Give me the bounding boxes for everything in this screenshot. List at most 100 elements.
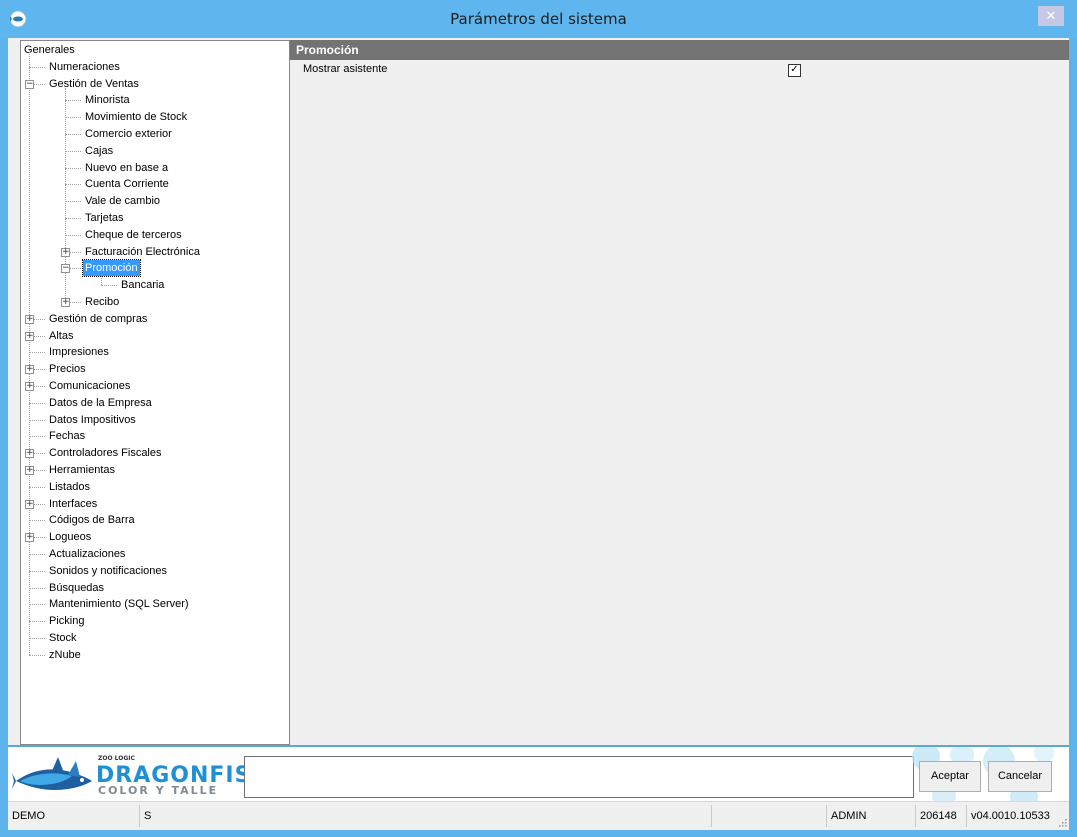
tree-item-vale-de-cambio[interactable]: Vale de cambio: [83, 193, 162, 209]
resize-grip-icon[interactable]: [1058, 818, 1067, 827]
tree-item-busquedas[interactable]: Búsquedas: [47, 580, 106, 596]
expander-glyph: +: [26, 364, 34, 375]
tree-item-cheque-de-terceros[interactable]: Cheque de terceros: [83, 227, 184, 243]
tree-connector-line: [65, 234, 81, 236]
tree-item-codigos-de-barra[interactable]: Códigos de Barra: [47, 512, 137, 528]
tree-item-gestion-de-ventas[interactable]: Gestión de Ventas: [47, 76, 141, 92]
expand-icon[interactable]: +: [25, 498, 34, 509]
tree-root[interactable]: Generales: [22, 42, 77, 58]
tree-connector-line: [29, 587, 45, 589]
status-user: ADMIN: [827, 805, 916, 827]
expander-glyph: +: [62, 246, 70, 257]
tree-connector-line: [65, 167, 81, 169]
expand-icon[interactable]: +: [61, 246, 70, 257]
settings-panel: Promoción Mostrar asistente ✓: [290, 40, 1069, 745]
tree-connector-line: [29, 638, 45, 639]
tree-item-comercio-exterior[interactable]: Comercio exterior: [83, 126, 174, 142]
tree-item-minorista[interactable]: Minorista: [83, 92, 132, 108]
tree-item-listados[interactable]: Listados: [47, 479, 92, 495]
tree-item-precios[interactable]: Precios: [47, 361, 88, 377]
tree-item-datos-impositivos[interactable]: Datos Impositivos: [47, 412, 138, 428]
tree-item-mantenimiento-sql-server[interactable]: Mantenimiento (SQL Server): [47, 596, 191, 612]
tree-connector-line: [65, 100, 81, 102]
tree-connector-line: [29, 554, 45, 555]
expand-icon[interactable]: +: [25, 448, 34, 459]
expand-icon[interactable]: +: [25, 313, 34, 324]
client-area: Generales Numeraciones − Gestión de Ventas…: [8, 38, 1069, 830]
expander-glyph: +: [26, 448, 34, 459]
expand-icon[interactable]: +: [25, 330, 34, 341]
tree-item-picking[interactable]: Picking: [47, 613, 86, 629]
message-box: [244, 756, 914, 798]
expand-icon[interactable]: +: [61, 298, 70, 307]
tree-item-gestion-de-compras[interactable]: Gestión de compras: [47, 311, 149, 327]
tree-item-fechas[interactable]: Fechas: [47, 428, 87, 444]
status-bar: DEMO S ADMIN 206148 v04.0010.10533: [8, 801, 1069, 830]
tree-item-sonidos-y-notificaciones[interactable]: Sonidos y notificaciones: [47, 563, 169, 579]
window-title: Parámetros del sistema: [450, 10, 627, 28]
tree-connector-line: [29, 654, 45, 656]
tree-connector-line: [29, 604, 45, 606]
setting-label-show-assistant: Mostrar asistente: [303, 63, 388, 75]
tree-item-datos-de-la-empresa[interactable]: Datos de la Empresa: [47, 395, 154, 411]
tree-item-recibo[interactable]: Recibo: [83, 294, 121, 310]
footer-area: ZOO LOGIC DRAGONFISH COLOR Y TALLE Acept…: [8, 745, 1069, 803]
expand-icon[interactable]: +: [25, 382, 34, 391]
tree-connector-line: [65, 150, 81, 152]
expand-icon[interactable]: +: [25, 364, 34, 375]
tree-connector-line: [29, 352, 45, 354]
tree-connector-line: [65, 134, 81, 135]
title-bar[interactable]: Parámetros del sistema ✕: [0, 0, 1077, 38]
tree-item-actualizaciones[interactable]: Actualizaciones: [47, 546, 127, 562]
expander-glyph: +: [26, 313, 34, 324]
show-assistant-checkbox[interactable]: ✓: [788, 64, 801, 77]
cancel-button[interactable]: Cancelar: [988, 761, 1052, 792]
status-mode: DEMO: [8, 805, 140, 827]
tree-connector-line: [65, 218, 81, 219]
tree-item-cajas[interactable]: Cajas: [83, 143, 115, 159]
tree-item-logueos[interactable]: Logueos: [47, 529, 93, 545]
tree-connector-line: [29, 402, 45, 404]
tree-item-facturacion-electronica[interactable]: Facturación Electrónica: [83, 244, 202, 260]
logo-subtitle: COLOR Y TALLE: [98, 784, 219, 797]
panel-title: Promoción: [290, 40, 1069, 60]
tree-item-comunicaciones[interactable]: Comunicaciones: [47, 378, 132, 394]
system-parameters-window: Parámetros del sistema ✕ Generales Numer…: [0, 0, 1077, 837]
expander-glyph: +: [26, 330, 34, 341]
tree-item-nuevo-en-base-a[interactable]: Nuevo en base a: [83, 160, 170, 176]
expand-icon[interactable]: +: [25, 466, 34, 475]
tree-item-promocion[interactable]: Promoción: [82, 259, 141, 278]
collapse-icon[interactable]: −: [61, 264, 70, 274]
tree-connector-line: [29, 436, 45, 438]
tree-item-cuenta-corriente[interactable]: Cuenta Corriente: [83, 176, 171, 192]
fish-logo-icon: [12, 757, 92, 790]
tree-item-tarjetas[interactable]: Tarjetas: [83, 210, 126, 226]
tree-item-znube[interactable]: zNube: [47, 647, 83, 663]
tree-connector-line: [65, 184, 81, 186]
settings-tree[interactable]: Generales Numeraciones − Gestión de Ventas…: [20, 40, 290, 745]
tree-item-controladores-fiscales[interactable]: Controladores Fiscales: [47, 445, 164, 461]
status-empty: [712, 805, 827, 827]
accept-button[interactable]: Aceptar: [919, 761, 981, 792]
tree-item-movimiento-de-stock[interactable]: Movimiento de Stock: [83, 109, 189, 125]
tree-item-stock[interactable]: Stock: [47, 630, 79, 646]
close-button[interactable]: ✕: [1038, 6, 1064, 26]
tree-item-impresiones[interactable]: Impresiones: [47, 344, 111, 360]
expander-glyph: +: [62, 297, 70, 307]
tree-item-herramientas[interactable]: Herramientas: [47, 462, 117, 478]
expand-icon[interactable]: +: [25, 533, 34, 543]
tree-item-bancaria[interactable]: Bancaria: [119, 277, 166, 293]
status-version: v04.0010.10533: [971, 810, 1050, 822]
tree-connector-line: [29, 419, 45, 421]
tree-connector-line: [29, 520, 45, 522]
expander-glyph: −: [26, 78, 34, 89]
tree-connector-line: [65, 117, 81, 119]
tree-item-interfaces[interactable]: Interfaces: [47, 496, 99, 512]
expander-glyph: +: [26, 498, 34, 509]
tree-connector-line: [101, 285, 117, 287]
expander-glyph: +: [26, 465, 34, 475]
tree-item-altas[interactable]: Altas: [47, 328, 75, 344]
tree-item-numeraciones[interactable]: Numeraciones: [47, 59, 122, 75]
logo-maker: ZOO LOGIC: [98, 755, 135, 762]
collapse-icon[interactable]: −: [25, 78, 34, 89]
